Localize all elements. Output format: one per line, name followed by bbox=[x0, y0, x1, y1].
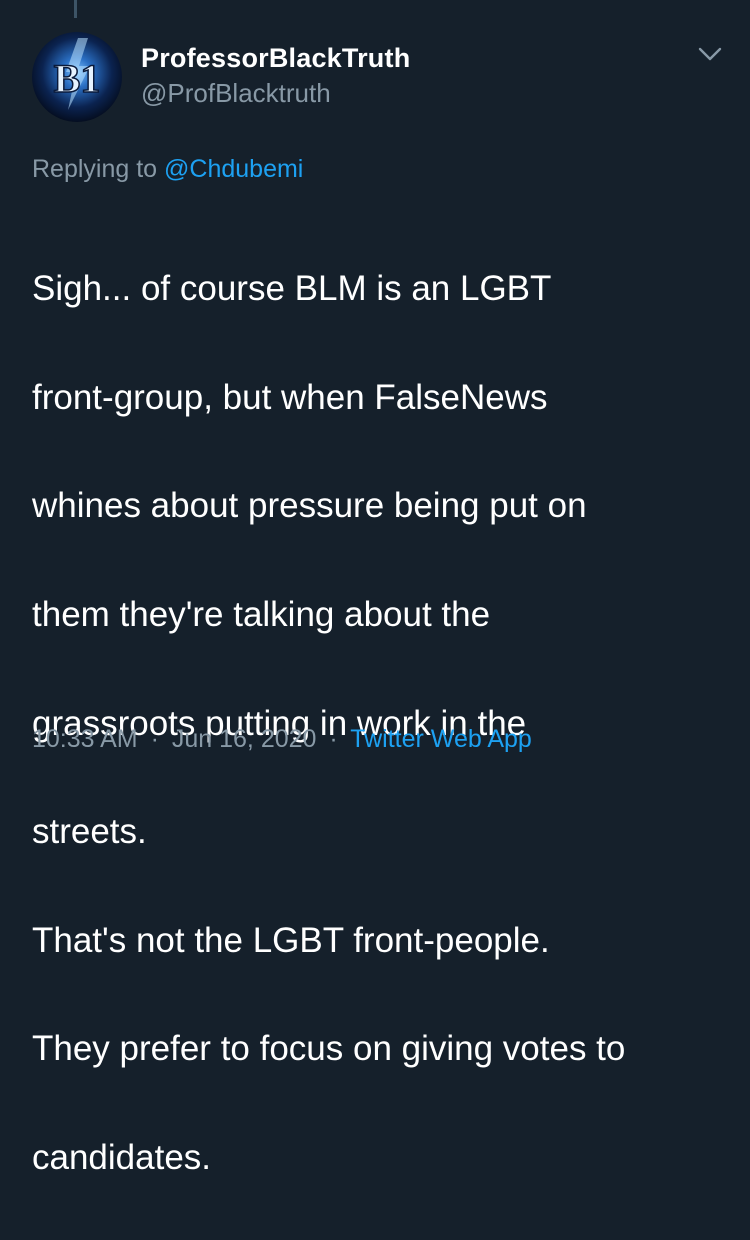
separator-dot: · bbox=[150, 725, 159, 753]
avatar[interactable]: B1 bbox=[32, 32, 122, 122]
tweet-text-line: whines about pressure being put on bbox=[32, 486, 587, 526]
tweet-text-line: candidates. bbox=[32, 1138, 212, 1178]
replying-to: Replying to @Chdubemi bbox=[32, 152, 303, 186]
reply-mention-link[interactable]: @Chdubemi bbox=[164, 155, 303, 183]
chevron-down-icon[interactable] bbox=[696, 44, 724, 64]
tweet-metadata: 10:33 AM · Jun 16, 2020 · Twitter Web Ap… bbox=[32, 722, 532, 756]
author-handle[interactable]: @ProfBlacktruth bbox=[141, 76, 410, 110]
tweet-text-line: front-group, but when FalseNews bbox=[32, 377, 548, 417]
tweet-text-line: They prefer to focus on giving votes to bbox=[32, 1029, 626, 1069]
tweet-text-line: them they're talking about the bbox=[32, 595, 491, 635]
tweet-text-line: streets. bbox=[32, 812, 147, 852]
tweet-source-link[interactable]: Twitter Web App bbox=[350, 725, 532, 753]
author-names: ProfessorBlackTruth @ProfBlacktruth bbox=[141, 42, 410, 110]
author-display-name[interactable]: ProfessorBlackTruth bbox=[141, 42, 410, 74]
tweet-text-line: Sigh... of course BLM is an LGBT bbox=[32, 269, 552, 309]
separator-dot: · bbox=[329, 725, 338, 753]
avatar-initials: B1 bbox=[54, 56, 101, 101]
lightning-logo-icon: B1 bbox=[53, 38, 101, 110]
tweet-date[interactable]: Jun 16, 2020 bbox=[172, 725, 317, 753]
replying-to-label: Replying to bbox=[32, 155, 158, 183]
tweet-header: B1 ProfessorBlackTruth @ProfBlacktruth bbox=[30, 30, 730, 122]
tweet-time[interactable]: 10:33 AM bbox=[32, 725, 138, 753]
tweet-text-line: That's not the LGBT front-people. bbox=[32, 920, 550, 960]
thread-connector-line bbox=[74, 0, 77, 18]
